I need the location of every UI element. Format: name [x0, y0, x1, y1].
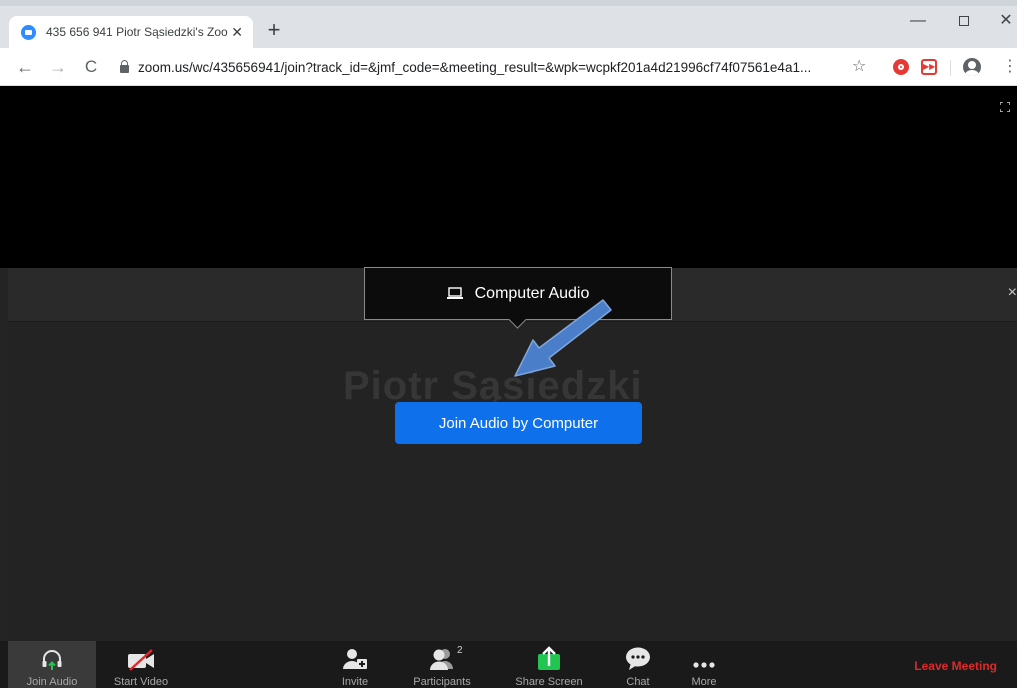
tab-strip: 435 656 941 Piotr Sąsiedzki's Zoo ✕ + — … [0, 0, 1017, 48]
participants-count-badge: 2 [457, 645, 463, 656]
browser-menu-button[interactable]: ⋮ [1002, 57, 1017, 77]
browser-window: 435 656 941 Piotr Sąsiedzki's Zoo ✕ + — … [0, 0, 1017, 688]
share-screen-icon [538, 646, 560, 670]
more-button[interactable]: More [682, 641, 726, 688]
chat-label: Chat [626, 676, 650, 688]
meeting-area: × Piotr Sąsiedzki Computer Audio Join Au… [0, 86, 1017, 688]
tab-close-button[interactable]: ✕ [231, 23, 243, 41]
url-text[interactable]: zoom.us/wc/435656941/join?track_id=&jmf_… [138, 60, 850, 75]
invite-label: Invite [341, 676, 369, 688]
profile-icon[interactable] [963, 58, 981, 76]
join-audio-label: Join Audio [26, 676, 78, 688]
join-audio-by-computer-button[interactable]: Join Audio by Computer [395, 402, 642, 444]
invite-button[interactable]: Invite [330, 641, 380, 688]
back-button[interactable]: ← [15, 57, 35, 77]
join-audio-button[interactable]: Join Audio [8, 641, 96, 688]
laptop-icon [446, 287, 463, 299]
new-tab-button[interactable]: + [262, 18, 286, 42]
more-dots-icon [693, 662, 715, 668]
forward-button[interactable]: → [48, 57, 68, 77]
audio-panel-close-button[interactable]: × [1008, 284, 1017, 302]
maximize-button[interactable] [944, 4, 984, 38]
reload-button[interactable]: C [81, 57, 101, 77]
title-bar [0, 0, 1017, 6]
arrow-annotation-icon [514, 299, 612, 377]
participants-label: Participants [413, 676, 471, 688]
share-screen-button[interactable]: Share Screen [507, 641, 591, 688]
browser-toolbar: ← → C zoom.us/wc/435656941/join?track_id… [0, 48, 1017, 86]
bookmark-star-icon[interactable]: ☆ [852, 57, 866, 77]
address-bar[interactable]: zoom.us/wc/435656941/join?track_id=&jmf_… [112, 53, 882, 81]
fast-forward-extension-icon[interactable]: ▶▶ [921, 59, 937, 75]
share-screen-label: Share Screen [515, 676, 583, 688]
tab-title: 435 656 941 Piotr Sąsiedzki's Zoo [46, 25, 228, 39]
leave-meeting-button[interactable]: Leave Meeting [914, 659, 997, 673]
start-video-button[interactable]: Start Video [96, 641, 186, 688]
fullscreen-icon[interactable] [1000, 102, 1010, 112]
participants-icon [430, 649, 453, 670]
headphones-icon [42, 650, 62, 670]
start-video-label: Start Video [113, 676, 169, 688]
browser-tab[interactable]: 435 656 941 Piotr Sąsiedzki's Zoo ✕ [9, 16, 253, 48]
chat-button[interactable]: Chat [616, 641, 660, 688]
window-close-button[interactable]: ✕ [986, 4, 1017, 38]
minimize-button[interactable]: — [898, 4, 938, 38]
toolbar-separator [950, 60, 951, 76]
stop-extension-icon[interactable] [893, 59, 909, 75]
video-area [0, 86, 1017, 268]
video-off-icon [128, 649, 154, 671]
lock-icon [120, 60, 129, 73]
meeting-controls-bar: Join Audio Start Video Invite 2 Particip… [0, 641, 1017, 688]
chat-bubble-icon [626, 647, 650, 670]
maximize-icon [959, 15, 969, 26]
participants-button[interactable]: 2 Participants [403, 641, 481, 688]
add-person-icon [343, 649, 367, 669]
zoom-favicon-icon [21, 24, 36, 40]
more-label: More [691, 676, 717, 688]
